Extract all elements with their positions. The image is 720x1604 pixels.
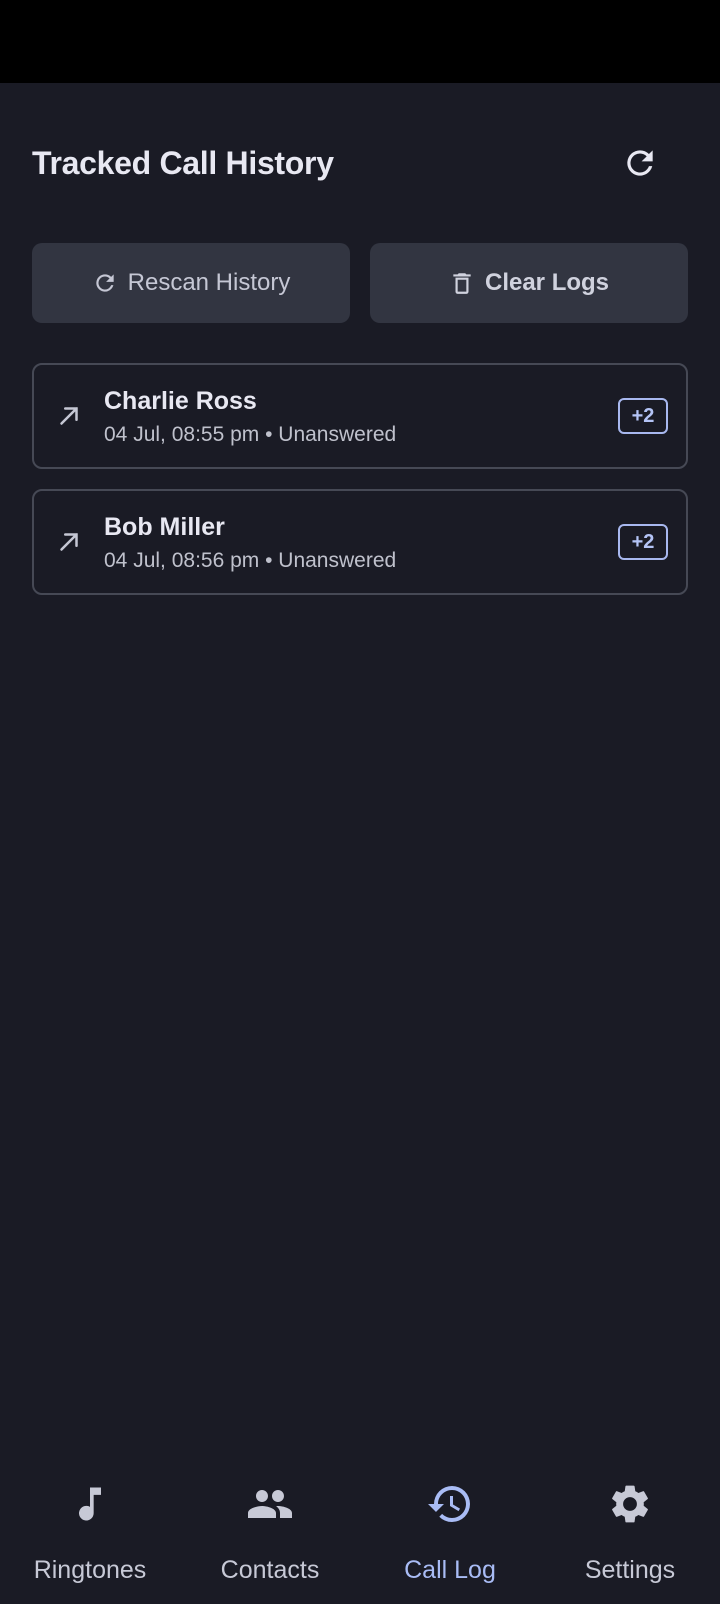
clear-logs-button[interactable]: Clear Logs <box>370 243 688 323</box>
status-bar <box>0 0 720 83</box>
refresh-icon <box>627 150 653 176</box>
trash-icon <box>453 273 471 294</box>
call-count-badge: +2 <box>618 524 668 560</box>
caller-name: Charlie Ross <box>104 387 257 415</box>
page-title: Tracked Call History <box>32 145 334 181</box>
outgoing-call-icon <box>60 407 78 425</box>
caller-name: Bob Miller <box>104 513 225 541</box>
app-header: Tracked Call History <box>0 83 720 243</box>
nav-label-call-log: Call Log <box>404 1556 496 1584</box>
nav-item-ringtones[interactable]: Ringtones <box>0 1464 180 1604</box>
refresh-button[interactable] <box>616 139 664 187</box>
music-note-icon <box>66 1480 114 1528</box>
clear-logs-label: Clear Logs <box>484 269 610 296</box>
history-icon <box>426 1480 474 1528</box>
nav-item-settings[interactable]: Settings <box>540 1464 720 1604</box>
nav-label-contacts: Contacts <box>220 1556 320 1584</box>
bottom-navigation: Ringtones Contacts Call Log Settings <box>0 1464 720 1604</box>
nav-label-settings: Settings <box>584 1556 676 1584</box>
call-list: Charlie Ross 04 Jul, 08:55 pm • Unanswer… <box>32 363 688 615</box>
nav-item-call-log[interactable]: Call Log <box>360 1464 540 1604</box>
nav-item-contacts[interactable]: Contacts <box>180 1464 360 1604</box>
call-details: 04 Jul, 08:55 pm • Unanswered <box>104 423 397 446</box>
outgoing-call-icon <box>60 533 78 551</box>
call-count-badge: +2 <box>618 398 668 434</box>
rescan-history-label: Rescan History <box>127 269 291 296</box>
rescan-history-button[interactable]: Rescan History <box>32 243 350 323</box>
call-log-item[interactable]: Bob Miller 04 Jul, 08:56 pm • Unanswered… <box>32 489 688 595</box>
call-log-item[interactable]: Charlie Ross 04 Jul, 08:55 pm • Unanswer… <box>32 363 688 469</box>
refresh-icon <box>95 274 114 292</box>
call-details: 04 Jul, 08:56 pm • Unanswered <box>104 549 397 572</box>
nav-label-ringtones: Ringtones <box>33 1556 147 1584</box>
action-bar: Rescan History Clear Logs <box>32 243 688 323</box>
people-icon <box>246 1480 294 1528</box>
gear-icon <box>606 1480 654 1528</box>
